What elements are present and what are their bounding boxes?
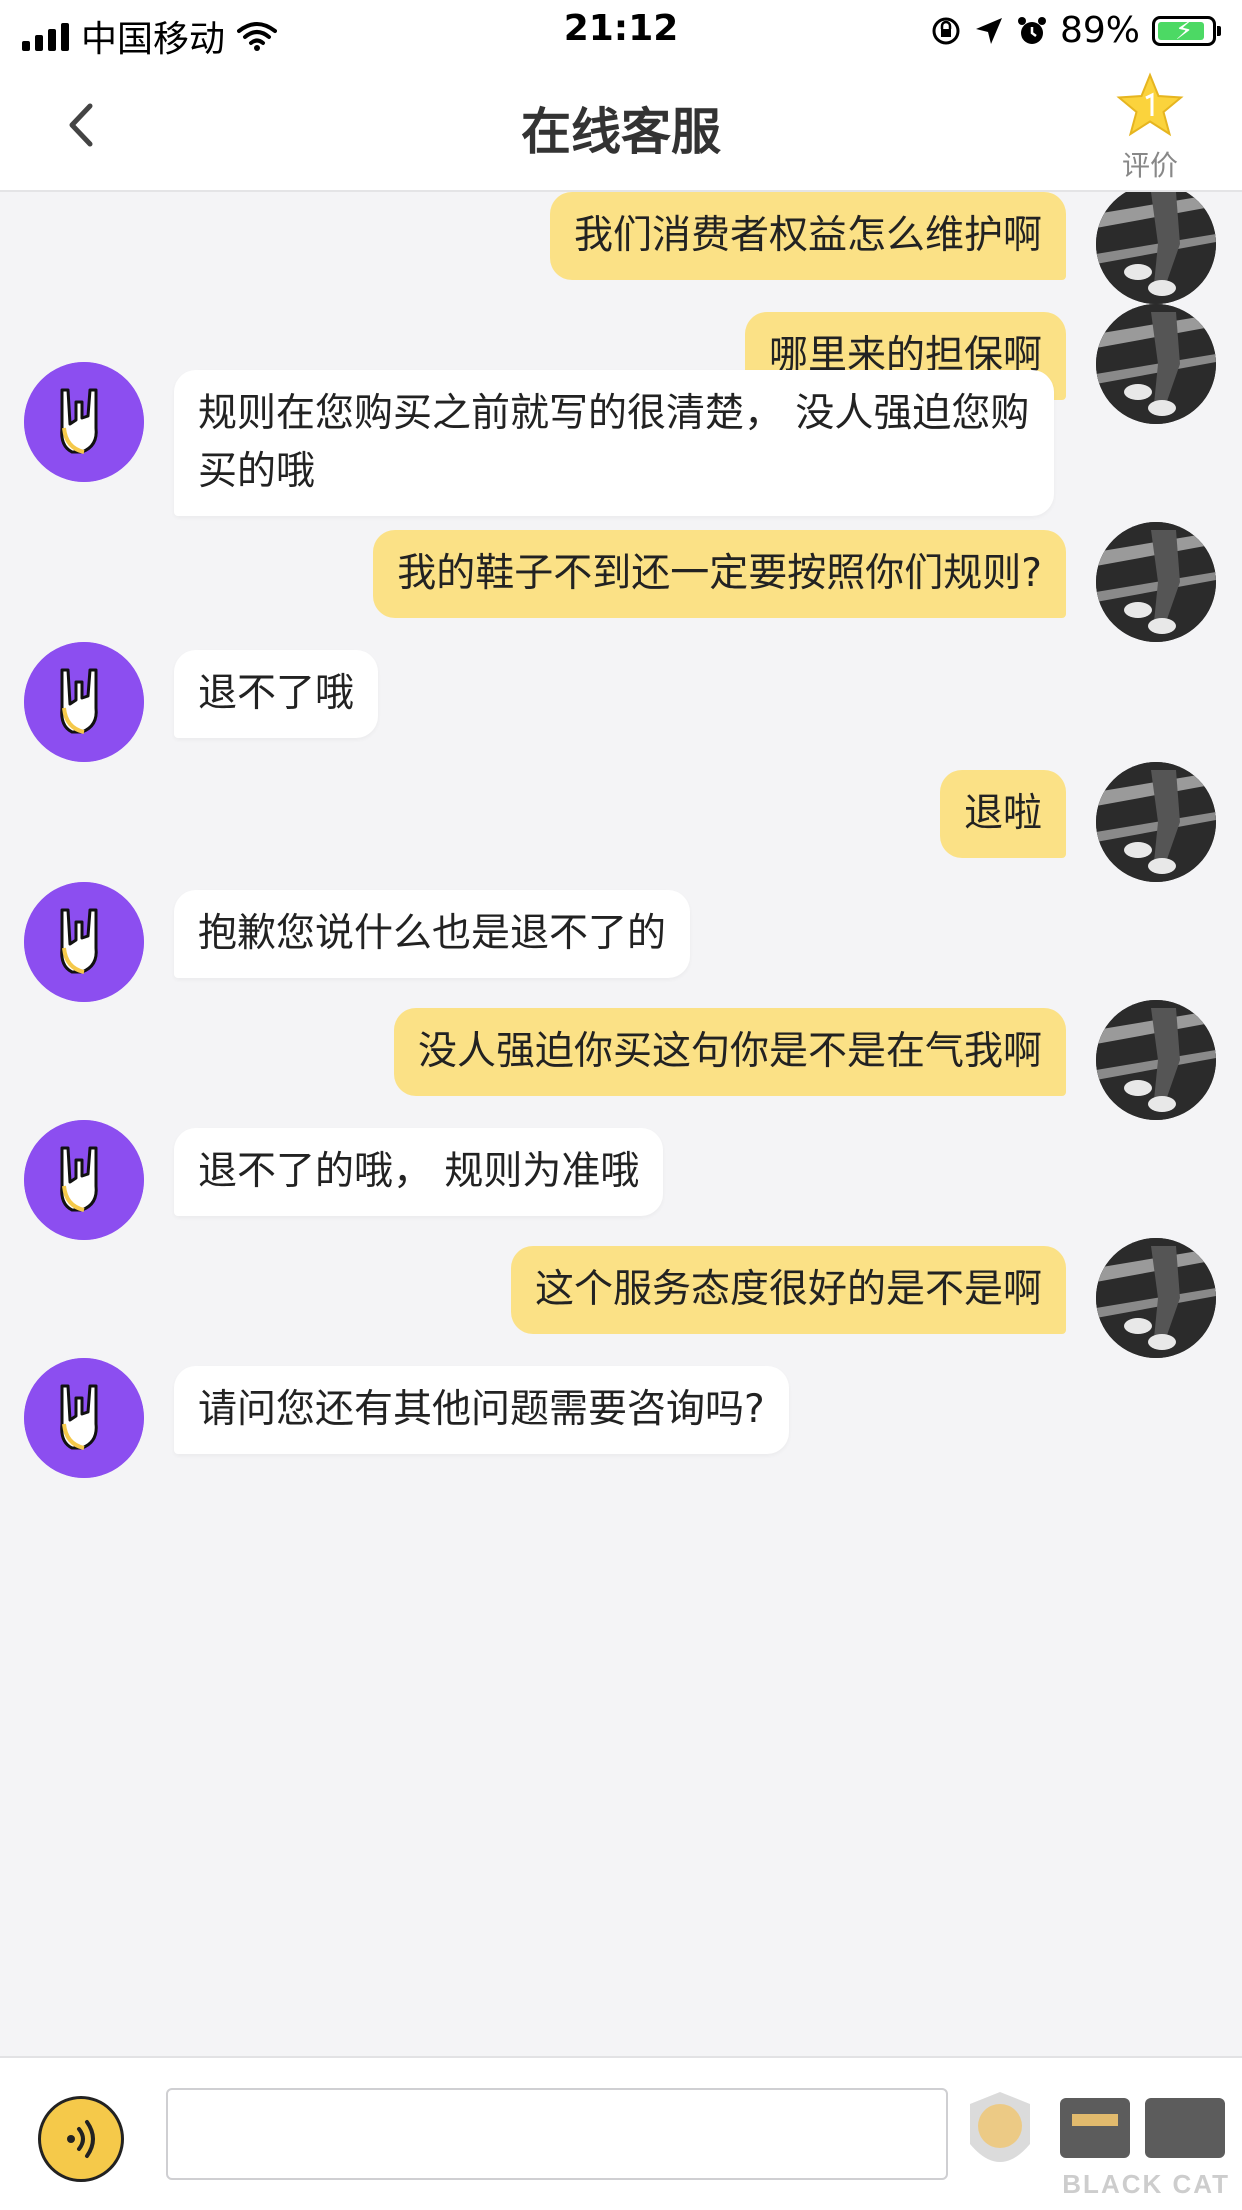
user-photo-icon (1096, 522, 1216, 642)
user-avatar[interactable] (1096, 1238, 1216, 1358)
rock-hand-icon (24, 882, 144, 1002)
charging-bolt-icon: ⚡ (1175, 15, 1194, 46)
user-avatar[interactable] (1096, 762, 1216, 882)
user-avatar[interactable] (1096, 522, 1216, 642)
rate-button[interactable]: 评价 (1110, 72, 1190, 184)
user-avatar[interactable] (1096, 304, 1216, 424)
agent-avatar[interactable] (24, 1358, 144, 1478)
battery-percent: 89% (1059, 10, 1140, 51)
message-input[interactable] (166, 2088, 948, 2180)
user-photo-icon (1096, 1238, 1216, 1358)
rate-label: 评价 (1121, 149, 1178, 182)
user-message-bubble[interactable]: 退啦 (939, 770, 1066, 858)
rotation-lock-icon (932, 17, 960, 44)
agent-avatar[interactable] (24, 882, 144, 1002)
voice-button[interactable] (38, 2096, 124, 2182)
rock-hand-icon (24, 362, 144, 482)
user-avatar[interactable] (1096, 1000, 1216, 1120)
status-right: 89% ⚡ (930, 10, 1221, 51)
agent-message-bubble[interactable]: 规则在您购买之前就写的很清楚， 没人强迫您购买的哦 (174, 370, 1054, 516)
agent-message-bubble[interactable]: 退不了哦 (174, 650, 379, 738)
input-bar: BLACK CAT (0, 2056, 1242, 2210)
voice-icon (67, 2120, 95, 2158)
user-photo-icon (1096, 1000, 1216, 1120)
user-message-bubble[interactable]: 这个服务态度很好的是不是啊 (510, 1246, 1066, 1334)
user-photo-icon (1096, 192, 1216, 304)
agent-avatar[interactable] (24, 642, 144, 762)
agent-message-bubble[interactable]: 请问您还有其他问题需要咨询吗? (174, 1366, 789, 1454)
status-bar: 中国移动 21:12 89% ⚡ (0, 0, 1242, 62)
chat-list[interactable]: 我们消费者权益怎么维护啊 哪里来的担保啊 规则在您购买之前就写的很清楚， 没人强迫您… (0, 192, 1242, 2056)
agent-avatar[interactable] (24, 1120, 144, 1240)
agent-avatar[interactable] (24, 362, 144, 482)
user-photo-icon (1096, 304, 1216, 424)
rock-hand-icon (24, 1120, 144, 1240)
user-message-bubble[interactable]: 我们消费者权益怎么维护啊 (549, 192, 1066, 280)
agent-message-bubble[interactable]: 退不了的哦， 规则为准哦 (174, 1128, 664, 1216)
watermark-caption: BLACK CAT (1062, 2169, 1230, 2199)
watermark: BLACK CAT (960, 2084, 1238, 2204)
agent-message-bubble[interactable]: 抱歉您说什么也是退不了的 (174, 890, 691, 978)
user-message-bubble[interactable]: 我的鞋子不到还一定要按照你们规则? (373, 530, 1066, 618)
page-title: 在线客服 (521, 103, 721, 161)
user-avatar[interactable] (1096, 192, 1216, 304)
alarm-icon (1017, 16, 1046, 44)
rock-hand-icon (24, 642, 144, 762)
user-photo-icon (1096, 762, 1216, 882)
nav-bar: 在线客服 评价 (0, 62, 1242, 192)
rock-hand-icon (24, 1358, 144, 1478)
location-arrow-icon (975, 17, 1002, 44)
star-icon (1116, 72, 1184, 137)
battery-icon: ⚡ (1152, 15, 1221, 46)
user-message-bubble[interactable]: 没人强迫你买这句你是不是在气我啊 (393, 1008, 1066, 1096)
